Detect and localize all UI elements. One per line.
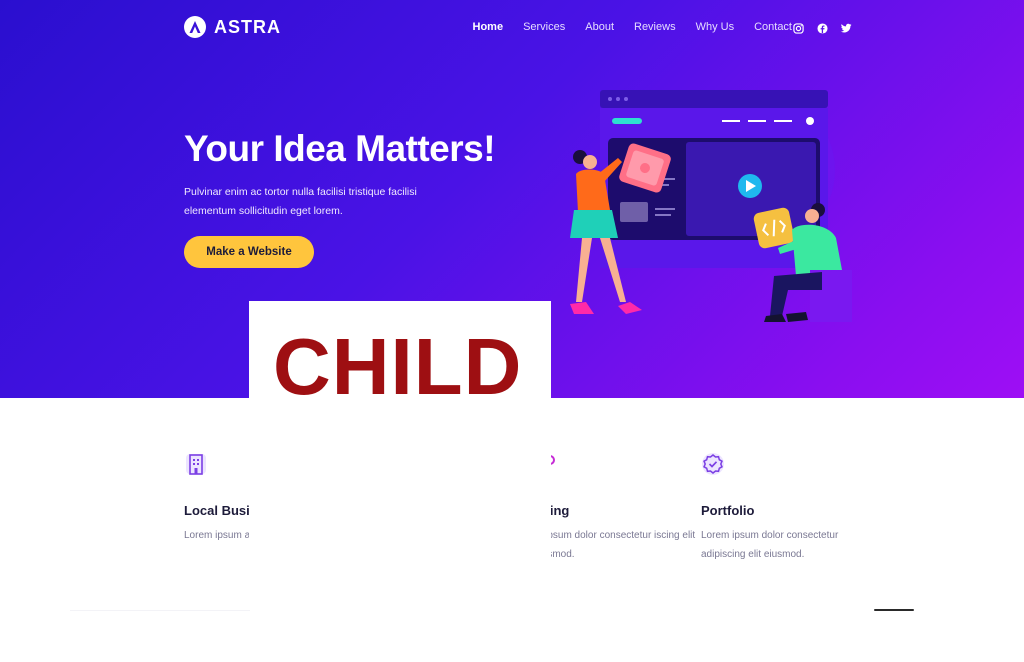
feature-text: Lorem ipsum dolor consectetur adipiscing… — [701, 530, 839, 560]
building-icon — [186, 454, 206, 475]
nav-about[interactable]: About — [585, 21, 614, 33]
make-website-button[interactable]: Make a Website — [184, 236, 314, 268]
nav-services[interactable]: Services — [523, 21, 565, 33]
instagram-icon[interactable] — [792, 22, 804, 34]
brand-logo[interactable]: ASTRA — [184, 16, 281, 38]
facebook-icon[interactable] — [816, 22, 828, 34]
twitter-icon[interactable] — [840, 22, 852, 34]
brand-name: ASTRA — [214, 16, 281, 37]
nav-why-us[interactable]: Why Us — [696, 21, 735, 33]
child-theme-overlay: CHILD — [249, 301, 551, 631]
child-label: CHILD — [273, 322, 523, 411]
feature-text: m ipsum dolor consectetur iscing elit ei… — [534, 530, 696, 560]
badge-check-icon — [702, 453, 724, 475]
social-links — [792, 22, 852, 34]
hero-illustration — [570, 90, 852, 322]
main-nav: Home Services About Reviews Why Us Conta… — [473, 21, 793, 33]
feature-title: Portfolio — [701, 503, 755, 518]
nav-contact[interactable]: Contact — [754, 21, 792, 33]
scroll-indicator — [874, 609, 914, 611]
hero-title: Your Idea Matters! — [184, 128, 496, 169]
divider — [70, 610, 250, 611]
hero-subtitle: Pulvinar enim ac tortor nulla facilisi t… — [184, 186, 417, 217]
feature-title: gging — [534, 503, 570, 518]
astra-logo-icon — [184, 16, 206, 38]
nav-reviews[interactable]: Reviews — [634, 21, 676, 33]
feature-portfolio: Portfolio Lorem ipsum dolor consectetur … — [701, 452, 871, 564]
feature-blogging: gging m ipsum dolor consectetur iscing e… — [534, 452, 704, 564]
nav-home[interactable]: Home — [473, 21, 504, 33]
